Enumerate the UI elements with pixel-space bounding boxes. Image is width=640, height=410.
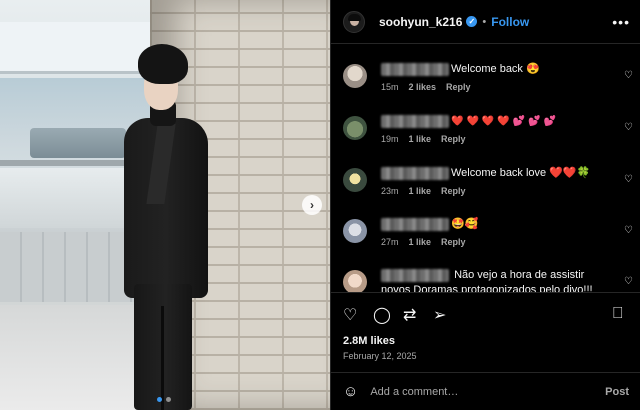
next-image-button[interactable]: › — [302, 195, 322, 215]
commenter-avatar[interactable] — [343, 219, 367, 243]
comment-item: Welcome back love ❤️❤️🍀 23m 1 like Reply… — [343, 166, 633, 206]
commenter-avatar[interactable] — [343, 168, 367, 192]
leg-gap — [161, 306, 164, 410]
reply-button[interactable]: Reply — [441, 237, 466, 247]
post-header: soohyun_k216 ✓ • Follow ••• — [331, 0, 640, 44]
comment-meta: 27m 1 like Reply — [381, 237, 613, 247]
person-figure — [124, 44, 214, 410]
comment-body: Não vejo a hora de assistir novos Dorama… — [381, 268, 613, 292]
comment-text: Welcome back 😍 — [381, 62, 613, 77]
comment-message: Welcome back 😍 — [451, 63, 540, 75]
comment-text: Welcome back love ❤️❤️🍀 — [381, 166, 613, 181]
repost-icon[interactable]: ⇄ — [403, 305, 416, 325]
author-avatar[interactable] — [343, 10, 365, 33]
comment-likes[interactable]: 1 like — [409, 237, 432, 247]
comment-time: 15m — [381, 82, 399, 92]
comment-time: 23m — [381, 186, 399, 196]
reply-button[interactable]: Reply — [441, 186, 466, 196]
comment-meta: 19m 1 like Reply — [381, 134, 613, 144]
hair — [138, 44, 188, 84]
comment-likes[interactable]: 1 like — [409, 186, 432, 196]
commenter-avatar[interactable] — [343, 64, 367, 88]
post-actions-bar: ♡ ◯ ⇄ ➢ ⎕ — [331, 292, 640, 332]
comment-body: Welcome back love ❤️❤️🍀 23m 1 like Reply — [381, 166, 613, 196]
comment-meta: 15m 2 likes Reply — [381, 82, 613, 92]
comment-text: Não vejo a hora de assistir novos Dorama… — [381, 268, 613, 292]
comment-text: ❤️❤️❤️❤️💕💕💕 — [381, 114, 613, 129]
likes-count[interactable]: 2.8M likes — [343, 335, 395, 347]
redacted-username — [381, 167, 449, 180]
comment-message: 🤩🥰 — [451, 218, 479, 230]
comment-item: Welcome back 😍 15m 2 likes Reply ♡ — [343, 62, 633, 102]
comment-body: Welcome back 😍 15m 2 likes Reply — [381, 62, 613, 92]
commenter-avatar[interactable] — [343, 116, 367, 140]
redacted-username — [381, 268, 449, 282]
comment-like-heart-icon[interactable]: ♡ — [624, 122, 633, 133]
post-photo[interactable]: › — [0, 0, 330, 410]
instagram-post-view: › soohyun_k216 ✓ • Follow ••• Welcome ba — [0, 0, 640, 410]
comment-body: ❤️❤️❤️❤️💕💕💕 19m 1 like Reply — [381, 114, 613, 144]
comment-icon[interactable]: ◯ — [373, 305, 391, 325]
add-comment-bar: ☺ Post — [331, 372, 640, 410]
add-comment-input[interactable] — [370, 385, 606, 398]
comment-like-heart-icon[interactable]: ♡ — [624, 225, 633, 236]
comment-text: 🤩🥰 — [381, 217, 613, 232]
comments-list: Welcome back 😍 15m 2 likes Reply ♡ ❤️❤️❤… — [331, 44, 640, 292]
comment-likes[interactable]: 1 like — [409, 134, 432, 144]
verified-badge-icon: ✓ — [466, 16, 478, 27]
comment-item: 🤩🥰 27m 1 like Reply ♡ — [343, 217, 633, 257]
carousel-dot-active[interactable] — [157, 397, 162, 402]
post-comment-button[interactable]: Post — [605, 386, 629, 398]
follow-button[interactable]: Follow — [491, 15, 529, 29]
redacted-username — [381, 115, 449, 128]
redacted-username — [381, 63, 449, 76]
comment-like-heart-icon[interactable]: ♡ — [624, 70, 633, 81]
emoji-icon[interactable]: ☺ — [343, 383, 358, 400]
commenter-avatar[interactable] — [343, 270, 367, 292]
author-username[interactable]: soohyun_k216 — [379, 15, 462, 29]
separator-dot: • — [482, 15, 487, 28]
comment-message: Welcome back love ❤️❤️🍀 — [451, 167, 591, 179]
redacted-username — [381, 218, 449, 231]
comment-message: ❤️❤️❤️❤️💕💕💕 — [451, 116, 560, 127]
comment-likes[interactable]: 2 likes — [409, 82, 437, 92]
comment-time: 27m — [381, 237, 399, 247]
bookmark-icon[interactable]: ⎕ — [613, 305, 623, 323]
carousel-dots — [157, 397, 171, 402]
comment-body: 🤩🥰 27m 1 like Reply — [381, 217, 613, 247]
heart-icon[interactable]: ♡ — [343, 305, 357, 325]
post-side-panel: soohyun_k216 ✓ • Follow ••• Welcome back… — [330, 0, 640, 410]
more-options-icon[interactable]: ••• — [612, 14, 630, 30]
share-icon[interactable]: ➢ — [433, 305, 446, 325]
comment-item: Não vejo a hora de assistir novos Dorama… — [343, 268, 633, 292]
reply-button[interactable]: Reply — [441, 134, 466, 144]
comment-item: ❤️❤️❤️❤️💕💕💕 19m 1 like Reply ♡ — [343, 114, 633, 154]
post-date: February 12, 2025 — [343, 351, 417, 361]
reply-button[interactable]: Reply — [446, 82, 471, 92]
comment-time: 19m — [381, 134, 399, 144]
comment-like-heart-icon[interactable]: ♡ — [624, 174, 633, 185]
chevron-right-icon: › — [310, 198, 314, 212]
comment-like-heart-icon[interactable]: ♡ — [624, 276, 633, 287]
background-counter — [30, 128, 126, 158]
comment-meta: 23m 1 like Reply — [381, 186, 613, 196]
carousel-dot[interactable] — [166, 397, 171, 402]
